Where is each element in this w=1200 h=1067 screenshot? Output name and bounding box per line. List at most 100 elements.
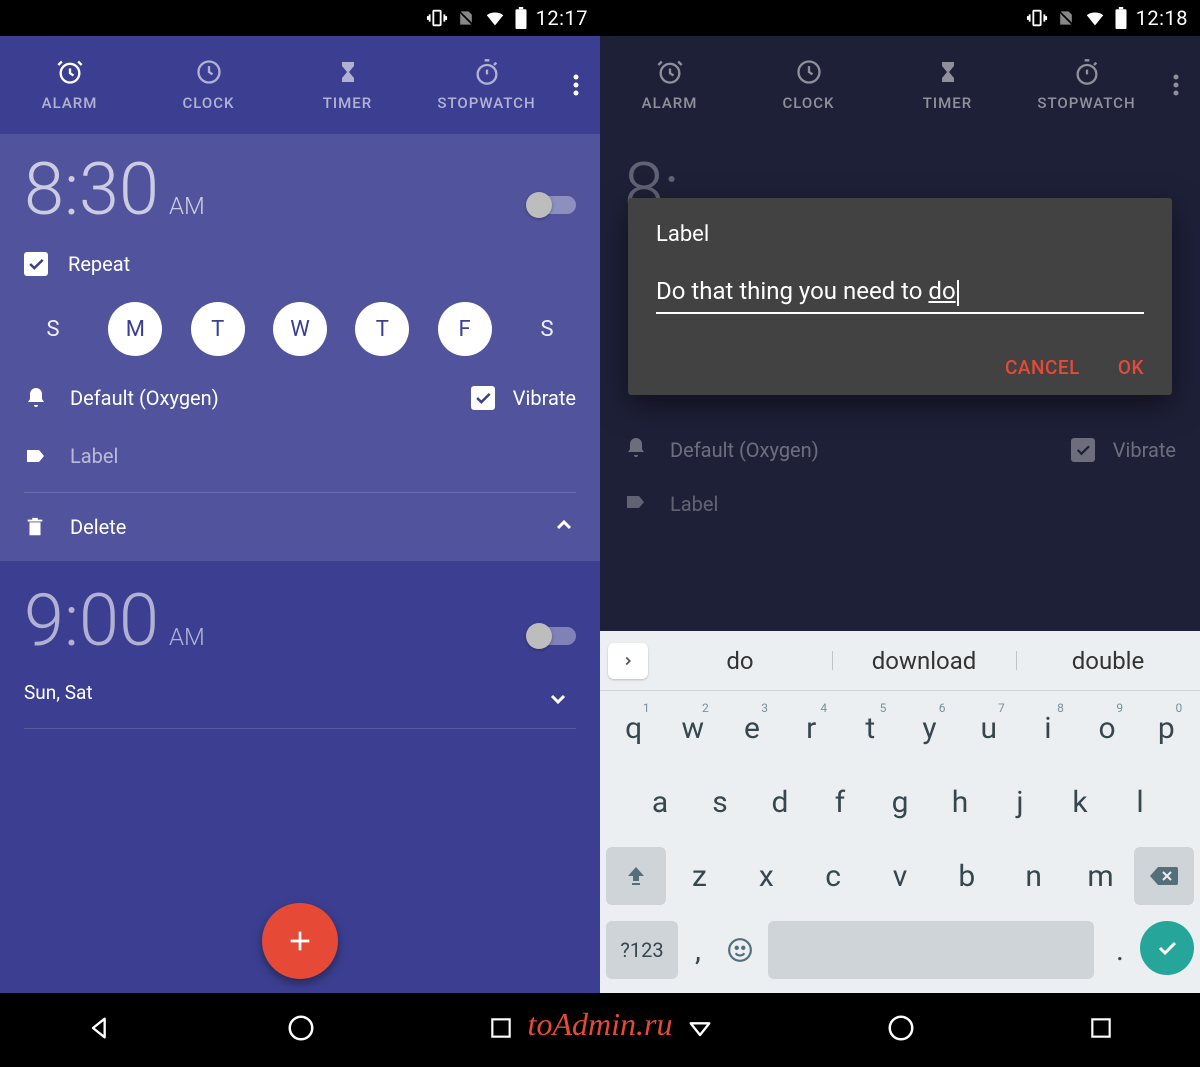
key-e[interactable]: e3	[728, 699, 776, 757]
alarm-ampm: AM	[169, 192, 205, 220]
repeat-row[interactable]: Repeat	[24, 252, 576, 276]
key-x[interactable]: x	[742, 847, 790, 905]
nav-back-icon[interactable]	[86, 1014, 114, 1046]
key-y[interactable]: y6	[906, 699, 954, 757]
battery-icon	[514, 7, 528, 29]
status-bar: 12:18	[600, 0, 1200, 36]
symbols-key[interactable]: ?123	[606, 921, 678, 979]
key-h[interactable]: h	[936, 773, 984, 831]
key-z[interactable]: z	[675, 847, 723, 905]
label-input[interactable]: Do that thing you need to do	[656, 277, 1144, 314]
expand-icon[interactable]	[546, 687, 570, 715]
divider	[24, 728, 576, 729]
vibrate-checkbox[interactable]	[471, 386, 495, 410]
backspace-key[interactable]	[1134, 847, 1194, 905]
key-u[interactable]: u7	[965, 699, 1013, 757]
emoji-key[interactable]	[718, 921, 762, 979]
day-wed[interactable]: W	[273, 302, 327, 356]
key-n[interactable]: n	[1010, 847, 1058, 905]
dim-sound-label: Default (Oxygen)	[670, 438, 819, 462]
no-sim-icon	[456, 8, 476, 28]
label-tag-icon	[24, 444, 48, 468]
key-j[interactable]: j	[996, 773, 1044, 831]
tab-clock[interactable]: CLOCK	[139, 36, 278, 134]
key-p[interactable]: p0	[1142, 699, 1190, 757]
key-d[interactable]: d	[756, 773, 804, 831]
key-i[interactable]: i8	[1024, 699, 1072, 757]
wifi-icon	[484, 7, 506, 29]
tab-label: TIMER	[323, 94, 372, 112]
day-mon[interactable]: M	[108, 302, 162, 356]
day-fri[interactable]: F	[438, 302, 492, 356]
alarm-time[interactable]: 8:30 AM	[24, 154, 205, 226]
key-a[interactable]: a	[636, 773, 684, 831]
space-key[interactable]	[768, 921, 1094, 979]
key-f[interactable]: f	[816, 773, 864, 831]
key-w[interactable]: w2	[669, 699, 717, 757]
key-b[interactable]: b	[943, 847, 991, 905]
key-m[interactable]: m	[1076, 847, 1124, 905]
delete-alarm-button[interactable]: Delete	[24, 515, 126, 539]
nav-home-icon[interactable]	[886, 1013, 916, 1047]
suggestion-3[interactable]: double	[1016, 647, 1200, 675]
tab-timer[interactable]: TIMER	[278, 36, 417, 134]
day-thu[interactable]: T	[355, 302, 409, 356]
key-r[interactable]: r4	[787, 699, 835, 757]
overflow-menu[interactable]	[1156, 36, 1196, 134]
tab-alarm[interactable]: ALARM	[0, 36, 139, 134]
key-t[interactable]: t5	[846, 699, 894, 757]
key-q[interactable]: q1	[610, 699, 658, 757]
nav-recents-icon[interactable]	[488, 1015, 514, 1045]
alarm-sound-row[interactable]: Default (Oxygen)	[24, 386, 219, 410]
add-alarm-fab[interactable]	[262, 903, 338, 979]
enter-key[interactable]	[1140, 921, 1194, 975]
key-o[interactable]: o9	[1083, 699, 1131, 757]
key-g[interactable]: g	[876, 773, 924, 831]
collapse-icon[interactable]	[552, 513, 576, 541]
top-tabs: ALARM CLOCK TIMER STOPWATCH	[600, 36, 1200, 134]
nav-recents-icon[interactable]	[1088, 1015, 1114, 1045]
nav-back-icon[interactable]	[686, 1014, 714, 1046]
delete-label: Delete	[70, 515, 126, 539]
no-sim-icon	[1056, 8, 1076, 28]
repeat-checkbox[interactable]	[24, 252, 48, 276]
tab-timer[interactable]: TIMER	[878, 36, 1017, 134]
alarm-enable-toggle[interactable]	[528, 627, 576, 645]
day-sun[interactable]: S	[26, 302, 80, 356]
nav-home-icon[interactable]	[286, 1013, 316, 1047]
phone-right: 12:18 ALARM CLOCK TIMER STOPWATCH 8:	[600, 0, 1200, 1067]
alarm-enable-toggle[interactable]	[528, 196, 576, 214]
tab-alarm[interactable]: ALARM	[600, 36, 739, 134]
suggestion-1[interactable]: do	[648, 647, 832, 675]
suggestion-2[interactable]: download	[832, 647, 1016, 675]
label-dialog: Label Do that thing you need to do CANCE…	[628, 198, 1172, 395]
tab-label: ALARM	[642, 94, 698, 112]
bell-icon	[624, 436, 648, 464]
key-v[interactable]: v	[876, 847, 924, 905]
stopwatch-icon	[473, 58, 501, 86]
alarm-card-collapsed[interactable]: 9:00 AM Sun, Sat	[0, 561, 600, 753]
day-sat[interactable]: S	[520, 302, 574, 356]
tab-label: STOPWATCH	[437, 94, 535, 112]
day-tue[interactable]: T	[191, 302, 245, 356]
tab-clock[interactable]: CLOCK	[739, 36, 878, 134]
wifi-icon	[1084, 7, 1106, 29]
comma-key[interactable]: ,	[678, 921, 718, 979]
vibrate-mode-icon	[426, 7, 448, 29]
cancel-button[interactable]: CANCEL	[1005, 356, 1080, 379]
key-s[interactable]: s	[696, 773, 744, 831]
shift-key[interactable]	[606, 847, 666, 905]
alarm-days-summary: Sun, Sat	[24, 681, 576, 704]
dim-label-placeholder: Label	[670, 492, 718, 516]
period-key[interactable]: .	[1100, 921, 1140, 979]
vibrate-row[interactable]: Vibrate	[471, 386, 576, 410]
key-c[interactable]: c	[809, 847, 857, 905]
ok-button[interactable]: OK	[1118, 356, 1144, 379]
alarm-label-row[interactable]: Label	[24, 444, 576, 468]
expand-suggestions-icon[interactable]	[608, 643, 648, 679]
overflow-menu[interactable]	[556, 36, 596, 134]
key-k[interactable]: k	[1056, 773, 1104, 831]
key-l[interactable]: l	[1116, 773, 1164, 831]
tab-stopwatch[interactable]: STOPWATCH	[1017, 36, 1156, 134]
tab-stopwatch[interactable]: STOPWATCH	[417, 36, 556, 134]
